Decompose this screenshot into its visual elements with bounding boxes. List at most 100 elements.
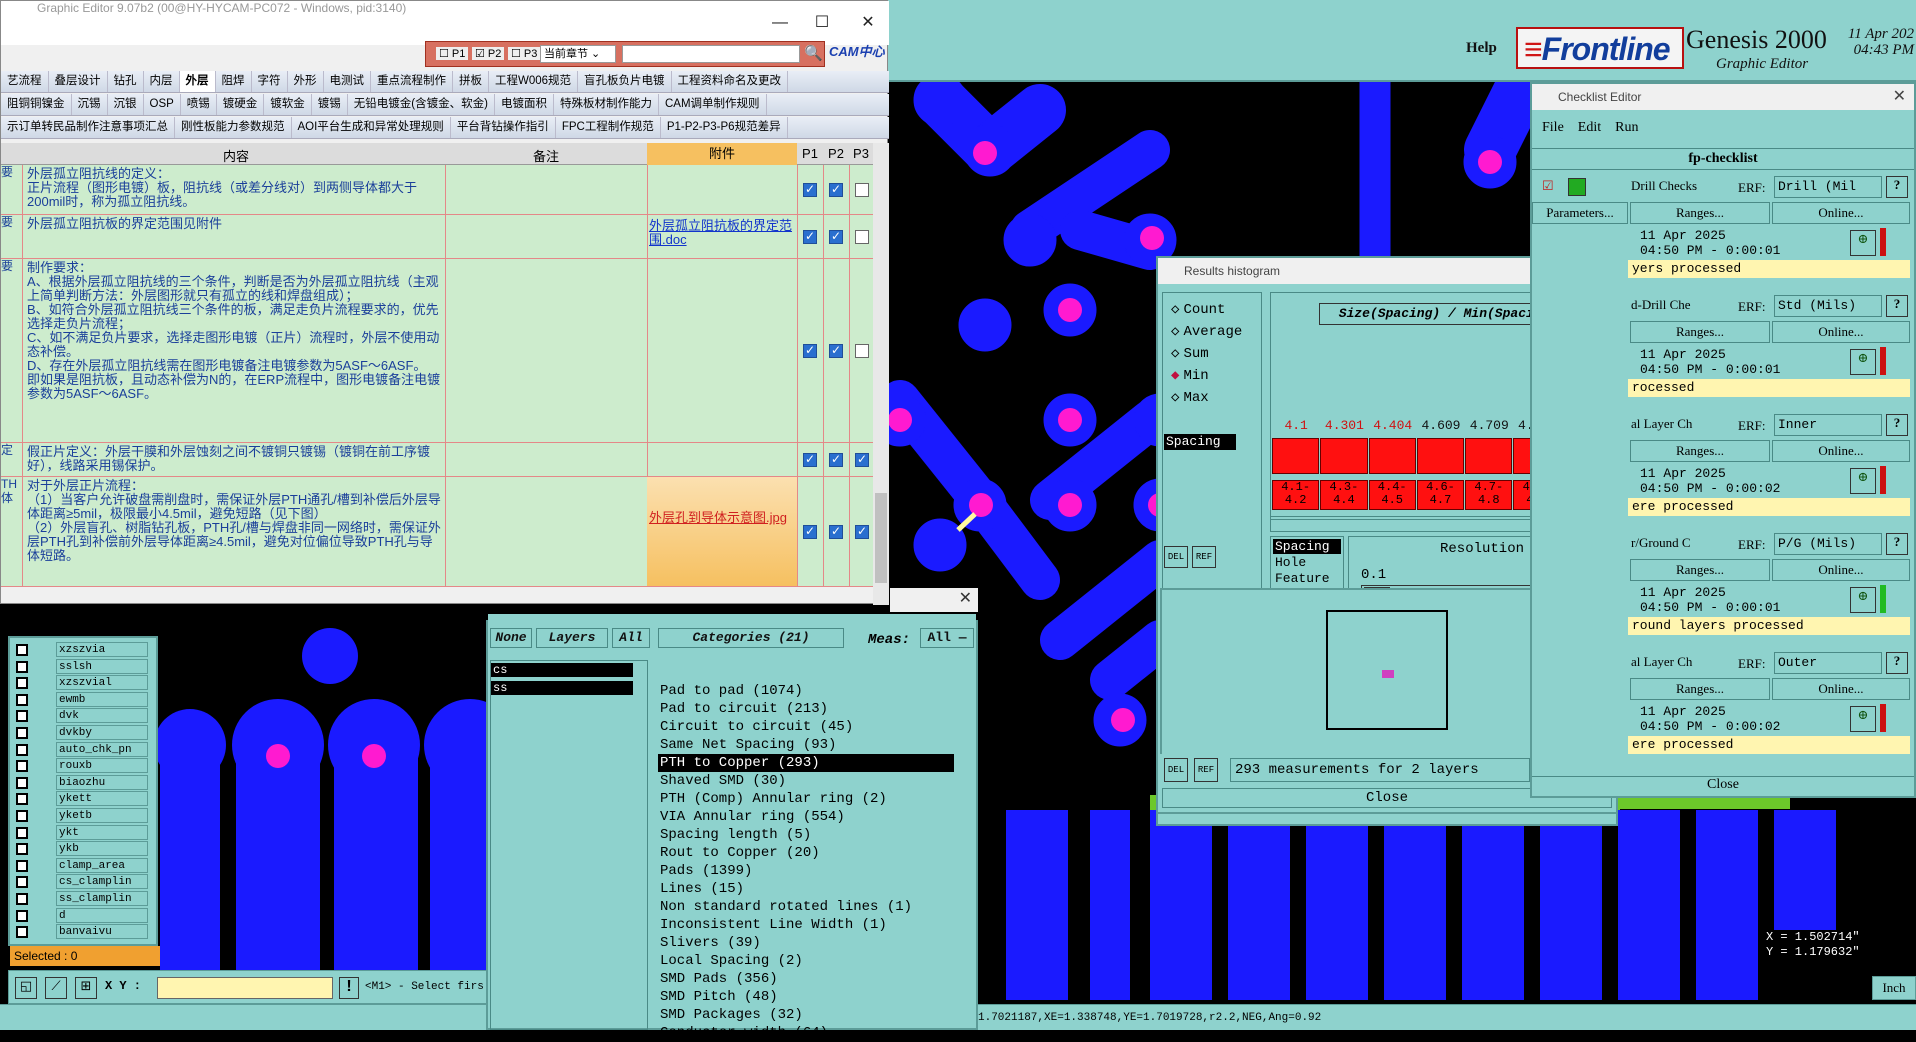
histogram-bar[interactable] [1465,438,1513,474]
erf-field[interactable]: Inner [1774,414,1882,436]
category-item[interactable]: Circuit to circuit (45) [658,718,960,736]
histogram-bar[interactable] [1272,438,1320,474]
category-item[interactable]: VIA Annular ring (554) [658,808,960,826]
type-item[interactable]: Spacing [1273,539,1341,554]
tab-item[interactable]: 钻孔 [108,71,144,92]
layer-row[interactable]: ykb [16,841,148,857]
category-item[interactable]: SMD Pads (356) [658,970,960,988]
mode-max-radio[interactable]: Max [1171,389,1208,406]
layer-row[interactable]: auto_chk_pn [16,741,148,758]
category-item[interactable]: Local Spacing (2) [658,952,960,970]
zoom-icon[interactable]: ⊕ [1850,349,1876,375]
layer-row[interactable]: cs_clamplin [16,874,148,890]
category-item[interactable]: Spacing length (5) [658,826,960,844]
p3-filter[interactable]: ☐ P3 [508,47,541,60]
tab-item[interactable]: 叠层设计 [49,71,108,92]
tab-item[interactable]: AOI平台生成和异常处理规则 [292,117,451,138]
histogram-bar[interactable] [1320,438,1368,474]
meas-select[interactable]: All — [920,628,974,648]
layer-row[interactable]: dvkby [16,725,148,741]
help-icon[interactable]: ? [1886,414,1908,436]
category-item[interactable]: Same Net Spacing (93) [658,736,960,754]
tab-item[interactable]: 电测试 [324,71,371,92]
tab-item[interactable]: CAM调单制作规则 [659,94,767,115]
units-button[interactable]: Inch [1872,976,1916,1000]
tab-item[interactable]: 刚性板能力参数规范 [175,117,292,138]
layer-row[interactable]: rouxb [16,758,148,774]
layer-checkbox[interactable] [16,693,28,706]
p2-checkbox[interactable] [829,182,843,197]
category-item[interactable]: PTH (Comp) Annular ring (2) [658,790,960,808]
tab-item[interactable]: 特殊板材制作能力 [554,94,659,115]
layer-checkbox[interactable] [16,810,28,822]
layer-checkbox[interactable] [16,876,28,889]
erf-field[interactable]: Drill (Mil [1774,176,1882,198]
help-icon[interactable]: ? [1886,295,1908,317]
p1-checkbox[interactable] [803,343,817,358]
category-item[interactable]: Shaved SMD (30) [658,772,960,790]
zoom-icon[interactable]: ⊕ [1850,468,1876,494]
tab-item[interactable]: 喷锡 [181,94,217,115]
category-item[interactable]: SMD Packages (32) [658,1006,960,1024]
zoom-icon[interactable]: ⊕ [1850,706,1876,732]
all-button[interactable]: All [612,628,650,648]
tab-item[interactable]: 示订单转民品制作注意事项汇总 [1,117,175,138]
layer-checkbox[interactable] [16,793,28,806]
search-input[interactable] [622,45,800,63]
menu-run[interactable]: Run [1615,120,1638,135]
layer-checkbox[interactable] [16,843,28,856]
none-button[interactable]: None [490,628,532,648]
table-scrollbar[interactable] [873,143,889,605]
ranges-button[interactable]: Ranges... [1630,678,1770,700]
type-item[interactable]: Feature [1273,571,1341,586]
layer-checkbox[interactable] [16,644,28,656]
tab-item[interactable]: 镀软金 [264,94,312,115]
tab-item[interactable]: 外形 [288,71,324,92]
p3-checkbox[interactable] [855,183,869,197]
layer-checkbox[interactable] [16,660,28,673]
layer-checkbox[interactable] [16,909,28,922]
close-icon[interactable]: ✕ [1893,84,1906,110]
tab-item[interactable]: FPC工程制作规范 [556,117,661,138]
layer-row[interactable]: sslsh [16,658,148,675]
p2-filter[interactable]: ☑ P2 [472,47,505,60]
layer-row[interactable]: clamp_area [16,857,148,874]
tab-item[interactable]: 镀硬金 [217,94,265,115]
category-item[interactable]: Rout to Copper (20) [658,844,960,862]
online-button[interactable]: Online... [1772,321,1910,343]
layer-checkbox[interactable] [16,859,28,872]
p1-checkbox[interactable] [803,524,817,539]
xy-input[interactable] [157,977,333,999]
check-name[interactable]: d-Drill Che [1628,295,1732,317]
layer-row[interactable]: ss_clamplin [16,891,148,907]
mode-average-radio[interactable]: Average [1171,323,1242,340]
tab-item[interactable]: 字符 [252,71,288,92]
tab-item[interactable]: 工程W006规范 [489,71,579,92]
p1-filter[interactable]: ☐ P1 [436,47,469,60]
check-name[interactable]: al Layer Ch [1628,414,1732,436]
layer-row[interactable]: dvk [16,708,148,724]
p3-checkbox[interactable] [855,524,869,539]
checklist-close-button[interactable]: Close [1532,776,1914,796]
category-item[interactable]: PTH to Copper (293) [658,754,954,772]
online-button[interactable]: Online... [1772,202,1910,224]
close-button[interactable]: ✕ [857,13,879,33]
layer-row[interactable]: biaozhu [16,774,148,791]
measure-tool-icon[interactable]: ⟋ [45,977,67,999]
layer-row[interactable]: ewmb [16,691,148,708]
tab-item[interactable]: 电镀面积 [495,94,554,115]
category-item[interactable]: Pad to circuit (213) [658,700,960,718]
help-icon[interactable]: ? [1886,176,1908,198]
p2-checkbox[interactable] [829,524,843,539]
tab-item[interactable]: 拼板 [453,71,489,92]
tab-item[interactable]: 重点流程制作 [371,71,453,92]
layer-checkbox[interactable] [16,677,28,690]
maximize-button[interactable]: ☐ [811,13,833,33]
check-name[interactable]: al Layer Ch [1628,652,1732,674]
layer-item-cs[interactable]: cs [491,663,633,677]
layer-checkbox[interactable] [16,743,28,756]
mode-sum-radio[interactable]: Sum [1171,345,1208,362]
layer-row[interactable]: ykt [16,824,148,841]
attachment-link[interactable]: 外层孔到导体示意图.jpg [649,507,795,525]
category-item[interactable]: SMD Pitch (48) [658,988,960,1006]
